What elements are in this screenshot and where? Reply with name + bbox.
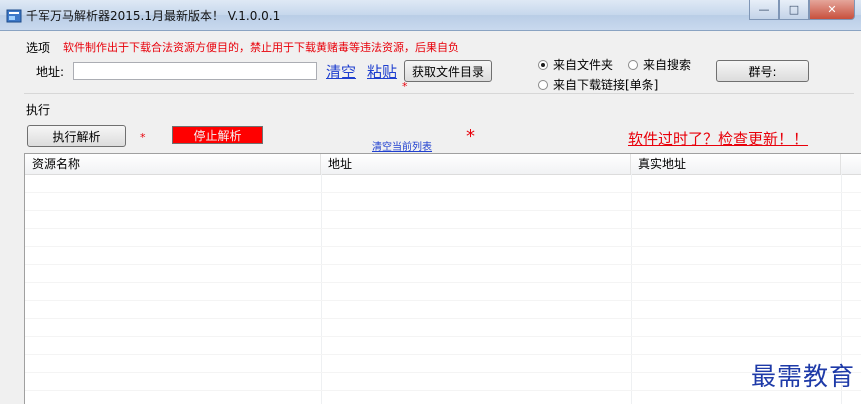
column-header-real-address[interactable]: 真实地址 (631, 154, 841, 174)
clear-link[interactable]: 清空 (326, 61, 356, 82)
group-number-button[interactable]: 群号: (716, 60, 809, 82)
disclaimer-text: 软件制作出于下载合法资源方便目的，禁止用于下载黄赌毒等违法资源，后果自负 (63, 41, 459, 54)
radio-from-download-link[interactable]: 来自下载链接[单条] (538, 76, 658, 93)
address-input[interactable] (73, 62, 317, 80)
radio-from-search[interactable]: 来自搜索 (628, 56, 691, 73)
watermark-text: 最需教育 (750, 362, 855, 391)
radio-label-from-folder: 来自文件夹 (553, 58, 614, 72)
maximize-button[interactable]: □ (779, 0, 809, 20)
get-directory-button[interactable]: 获取文件目录 (404, 60, 492, 82)
execute-section-label: 执行 (26, 103, 51, 117)
row-divider (25, 210, 861, 211)
row-divider (25, 246, 861, 247)
close-button[interactable]: ✕ (809, 0, 855, 20)
divider (24, 93, 854, 94)
row-divider (25, 354, 861, 355)
row-divider (25, 192, 861, 193)
radio-button[interactable] (538, 79, 548, 90)
radio-label-from-search: 来自搜索 (643, 58, 692, 72)
stop-parse-button[interactable]: 停止解析 (172, 126, 263, 144)
run-parse-button[interactable]: 执行解析 (27, 125, 126, 147)
row-divider (25, 282, 861, 283)
radio-label-from-download-link: 来自下载链接[单条] (553, 78, 659, 92)
radio-from-folder[interactable]: 来自文件夹 (538, 56, 613, 73)
radio-button-checked[interactable] (538, 59, 548, 70)
column-header-resource-name[interactable]: 资源名称 (25, 154, 321, 174)
row-divider (25, 318, 861, 319)
check-update-link[interactable]: 软件过时了？检查更新！！ (628, 128, 808, 149)
resource-list[interactable]: 资源名称 地址 真实地址 (24, 153, 861, 404)
radio-button[interactable] (628, 59, 638, 70)
required-star: * (402, 80, 408, 93)
row-divider (25, 372, 861, 373)
big-star: * (466, 126, 475, 147)
minimize-button[interactable]: — (749, 0, 779, 20)
required-star: * (140, 131, 146, 144)
address-label: 地址: (36, 65, 65, 79)
options-section-label: 选项 (26, 41, 51, 55)
column-divider (321, 174, 322, 404)
list-header: 资源名称 地址 真实地址 (25, 154, 861, 175)
title-bar: 千军万马解析器2015.1月最新版本！ V.1.0.0.1 — □ ✕ (0, 0, 861, 31)
row-divider (25, 264, 861, 265)
row-divider (25, 228, 861, 229)
column-header-address[interactable]: 地址 (321, 154, 631, 174)
row-divider (25, 300, 861, 301)
clear-list-link[interactable]: 清空当前列表 (372, 138, 432, 153)
row-divider (25, 390, 861, 391)
row-divider (25, 336, 861, 337)
app-icon (6, 9, 22, 23)
paste-link[interactable]: 粘贴 (367, 61, 397, 82)
window-title: 千军万马解析器2015.1月最新版本！ V.1.0.0.1 (26, 9, 281, 23)
column-divider (631, 174, 632, 404)
